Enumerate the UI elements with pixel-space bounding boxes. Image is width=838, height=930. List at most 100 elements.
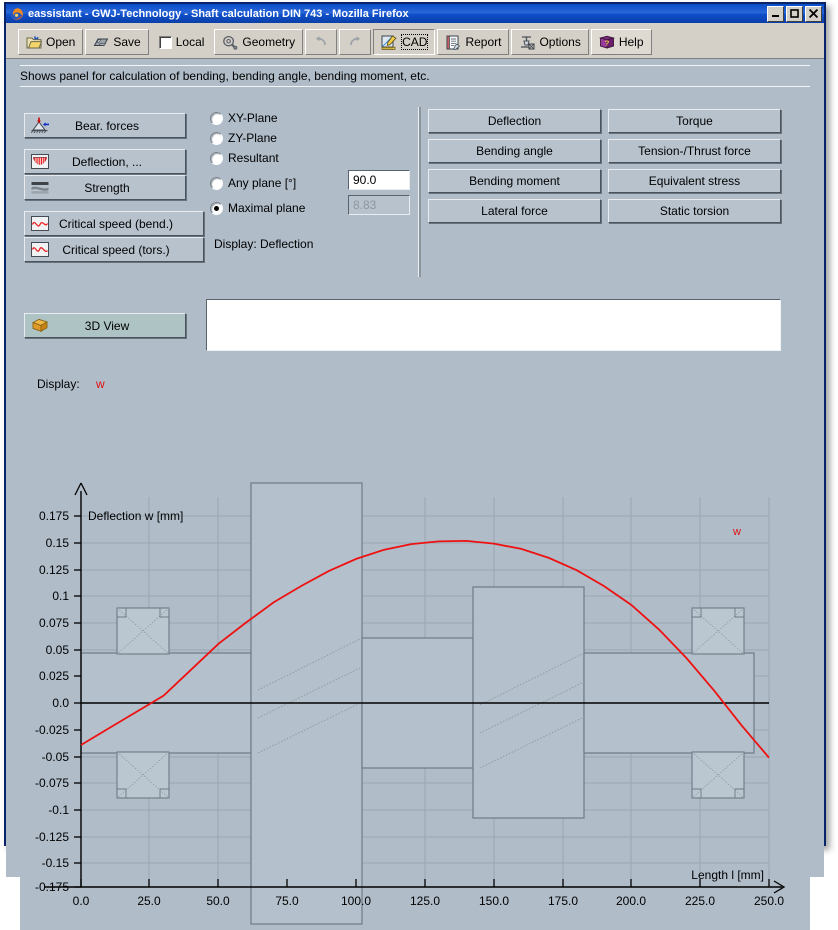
close-button[interactable] bbox=[805, 6, 822, 22]
deflection-button[interactable]: Deflection, ... bbox=[24, 149, 186, 174]
strength-icon bbox=[29, 179, 51, 197]
application-window: eassistant - GWJ-Technology - Shaft calc… bbox=[4, 2, 826, 846]
checkbox-icon[interactable] bbox=[159, 36, 172, 49]
bending-angle-label: Bending angle bbox=[429, 144, 600, 158]
critical-speed-bend-button[interactable]: Critical speed (bend.) bbox=[24, 211, 204, 236]
radio-any-plane-label: Any plane [°] bbox=[228, 176, 296, 190]
options-button[interactable]: Options bbox=[511, 29, 588, 55]
hint-text: Shows panel for calculation of bending, … bbox=[20, 69, 430, 83]
critical-speed-tors-label: Critical speed (tors.) bbox=[51, 243, 181, 257]
open-folder-icon bbox=[26, 35, 42, 50]
geometry-button[interactable]: Geometry bbox=[214, 29, 303, 55]
chart-legend-w: w bbox=[732, 526, 741, 538]
any-plane-input[interactable]: 90.0 bbox=[348, 170, 410, 190]
open-button-label: Open bbox=[46, 35, 75, 49]
radio-icon[interactable] bbox=[210, 177, 223, 190]
svg-text:-0.15: -0.15 bbox=[42, 856, 70, 870]
radio-maximal-plane[interactable]: Maximal plane bbox=[210, 201, 305, 215]
view-3d-button[interactable]: 3D View bbox=[24, 313, 186, 338]
svg-text:250.0: 250.0 bbox=[754, 894, 784, 908]
bending-moment-label: Bending moment bbox=[429, 174, 600, 188]
maximize-icon bbox=[790, 9, 799, 18]
bending-moment-button[interactable]: Bending moment bbox=[428, 169, 601, 193]
firefox-icon bbox=[10, 7, 24, 21]
svg-text:75.0: 75.0 bbox=[275, 894, 299, 908]
torque-label: Torque bbox=[609, 114, 780, 128]
help-book-icon: ? bbox=[599, 35, 615, 50]
svg-text:-0.125: -0.125 bbox=[35, 830, 69, 844]
cad-button[interactable]: CAD bbox=[373, 29, 435, 55]
static-torsion-button[interactable]: Static torsion bbox=[608, 199, 781, 223]
report-button-label: Report bbox=[465, 35, 501, 49]
cad-button-label: CAD bbox=[402, 35, 427, 49]
svg-text:175.0: 175.0 bbox=[548, 894, 578, 908]
radio-resultant-label: Resultant bbox=[228, 151, 279, 165]
client-area: Bear. forces Deflection, ... bbox=[6, 87, 824, 877]
help-button-label: Help bbox=[619, 35, 644, 49]
cube-icon bbox=[29, 317, 51, 335]
svg-text:-0.075: -0.075 bbox=[35, 776, 69, 790]
bear-forces-label: Bear. forces bbox=[51, 119, 163, 133]
svg-text:0.15: 0.15 bbox=[46, 536, 70, 550]
radio-xy-plane-label: XY-Plane bbox=[228, 111, 278, 125]
bearing-forces-icon bbox=[29, 117, 51, 135]
svg-text:150.0: 150.0 bbox=[479, 894, 509, 908]
y-axis-title: Deflection w [mm] bbox=[88, 509, 183, 523]
radio-icon[interactable] bbox=[210, 112, 223, 125]
options-button-label: Options bbox=[539, 35, 580, 49]
deflection-icon bbox=[29, 153, 51, 171]
floppy-disk-icon bbox=[93, 35, 109, 50]
critical-speed-tors-button[interactable]: Critical speed (tors.) bbox=[24, 237, 204, 262]
radio-zy-plane[interactable]: ZY-Plane bbox=[210, 131, 277, 145]
chart-display-series: w bbox=[96, 377, 105, 391]
svg-text:-0.025: -0.025 bbox=[35, 723, 69, 737]
svg-text:200.0: 200.0 bbox=[616, 894, 646, 908]
any-plane-value: 90.0 bbox=[353, 173, 376, 187]
svg-text:0.0: 0.0 bbox=[52, 696, 69, 710]
report-button[interactable]: Report bbox=[437, 29, 509, 55]
deflection-label: Deflection, ... bbox=[51, 155, 163, 169]
x-axis-title: Length l [mm] bbox=[691, 868, 764, 882]
strength-button[interactable]: Strength bbox=[24, 175, 186, 200]
close-icon bbox=[809, 9, 818, 18]
deflection-result-label: Deflection bbox=[429, 114, 600, 128]
equivalent-stress-button[interactable]: Equivalent stress bbox=[608, 169, 781, 193]
critical-speed-tors-icon bbox=[29, 241, 51, 259]
options-icon bbox=[519, 35, 535, 50]
cad-pencil-icon bbox=[381, 35, 398, 50]
critical-speed-bend-label: Critical speed (bend.) bbox=[51, 217, 181, 231]
tension-thrust-force-button[interactable]: Tension-/Thrust force bbox=[608, 139, 781, 163]
bending-angle-button[interactable]: Bending angle bbox=[428, 139, 601, 163]
save-button-label: Save bbox=[113, 35, 140, 49]
deflection-result-button[interactable]: Deflection bbox=[428, 109, 601, 133]
radio-icon[interactable] bbox=[210, 202, 223, 215]
view-3d-label: 3D View bbox=[51, 319, 163, 333]
svg-text:-0.1: -0.1 bbox=[48, 803, 69, 817]
bear-forces-button[interactable]: Bear. forces bbox=[24, 113, 186, 138]
svg-text:-0.175: -0.175 bbox=[35, 880, 69, 894]
help-button[interactable]: ? Help bbox=[591, 29, 652, 55]
minimize-button[interactable] bbox=[767, 6, 784, 22]
undo-button[interactable] bbox=[305, 29, 337, 55]
svg-text:0.175: 0.175 bbox=[39, 509, 69, 523]
radio-any-plane[interactable]: Any plane [°] bbox=[210, 176, 296, 190]
open-button[interactable]: Open bbox=[18, 29, 83, 55]
torque-button[interactable]: Torque bbox=[608, 109, 781, 133]
lateral-force-button[interactable]: Lateral force bbox=[428, 199, 601, 223]
redo-button[interactable] bbox=[339, 29, 371, 55]
radio-icon[interactable] bbox=[210, 152, 223, 165]
svg-text:50.0: 50.0 bbox=[206, 894, 230, 908]
local-checkbox-label: Local bbox=[176, 35, 205, 49]
display-value: Deflection bbox=[260, 237, 313, 251]
report-icon bbox=[445, 35, 461, 50]
radio-resultant[interactable]: Resultant bbox=[210, 151, 279, 165]
hint-bar: Shows panel for calculation of bending, … bbox=[20, 65, 810, 87]
radio-icon[interactable] bbox=[210, 132, 223, 145]
radio-xy-plane[interactable]: XY-Plane bbox=[210, 111, 278, 125]
maximize-button[interactable] bbox=[786, 6, 803, 22]
local-checkbox[interactable]: Local bbox=[151, 29, 213, 55]
tension-thrust-force-label: Tension-/Thrust force bbox=[609, 144, 780, 158]
svg-text:-0.05: -0.05 bbox=[42, 750, 70, 764]
chart-display-label: Display: bbox=[37, 377, 80, 391]
save-button[interactable]: Save bbox=[85, 29, 148, 55]
